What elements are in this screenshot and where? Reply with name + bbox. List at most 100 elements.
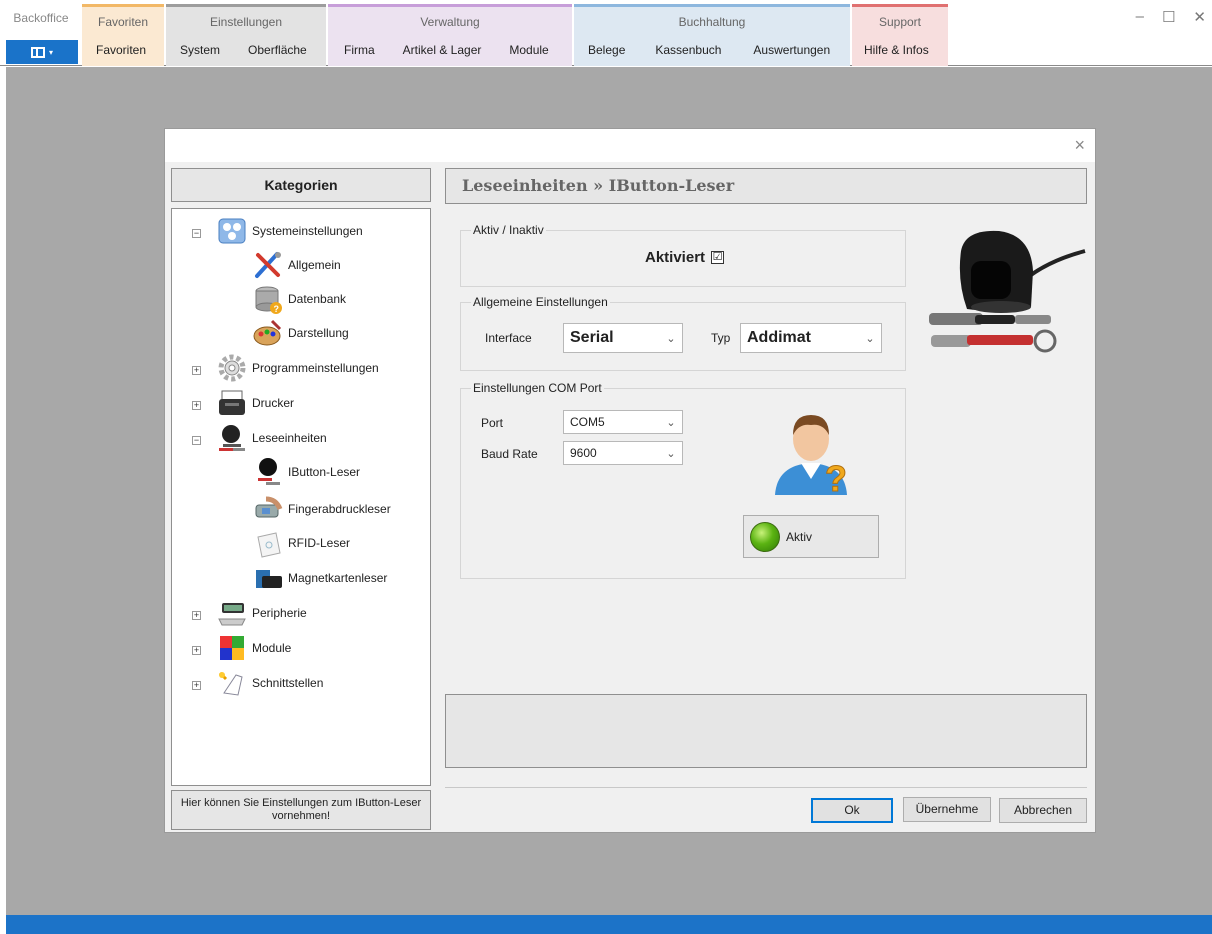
aktiv-status-button[interactable]: Aktiv xyxy=(743,515,879,558)
aktiviert-label: Aktiviert xyxy=(645,249,706,266)
ribbon-item-system[interactable]: System xyxy=(166,43,220,57)
button-separator xyxy=(445,787,1087,788)
ribbon-group-title[interactable]: Verwaltung xyxy=(328,4,572,38)
interface-value: Serial xyxy=(570,329,614,346)
typ-select[interactable]: Addimat ⌄ xyxy=(740,323,882,353)
ribbon-item-module[interactable]: Module xyxy=(481,43,548,57)
group-legend: Aktiv / Inaktiv xyxy=(473,223,544,237)
ribbon-item-hilfe-infos[interactable]: Hilfe & Infos xyxy=(852,43,929,57)
ibutton-reader-image xyxy=(927,221,1087,367)
aktiviert-checkbox[interactable]: Aktiviert ☑ xyxy=(645,249,725,266)
app-title: Backoffice xyxy=(13,11,69,25)
ribbon-group-title[interactable]: Support xyxy=(852,4,948,38)
minimize-icon[interactable]: – xyxy=(1136,8,1144,26)
tree-item-module[interactable]: Module xyxy=(216,631,291,665)
tree-item-label: Leseeinheiten xyxy=(252,431,327,445)
close-icon[interactable]: ✕ xyxy=(1193,8,1206,26)
ribbon-group-einstellungen: Einstellungen System Oberfläche xyxy=(166,4,326,66)
ribbon-item-kassenbuch[interactable]: Kassenbuch xyxy=(625,43,721,57)
baud-rate-select[interactable]: 9600 ⌄ xyxy=(563,441,683,465)
tree-item-rfid-leser[interactable]: RFID-Leser xyxy=(252,526,350,560)
expand-toggle[interactable]: + xyxy=(192,681,201,690)
gear-icon xyxy=(216,352,248,384)
tree-item-leseeinheiten[interactable]: Leseeinheiten xyxy=(216,421,327,455)
collapse-toggle[interactable]: − xyxy=(192,229,201,238)
tree-item-label: Programmeinstellungen xyxy=(252,361,379,375)
ribbon-item-artikel-lager[interactable]: Artikel & Lager xyxy=(375,43,482,57)
ribbon-item-oberflaeche[interactable]: Oberfläche xyxy=(220,43,307,57)
port-label: Port xyxy=(481,416,504,430)
collapse-toggle[interactable]: − xyxy=(192,436,201,445)
baud-rate-label: Baud Rate xyxy=(481,447,538,461)
tree-item-label: Fingerabdruckleser xyxy=(288,502,391,516)
tree-item-label: Darstellung xyxy=(288,326,349,340)
categories-header: Kategorien xyxy=(171,168,431,202)
ribbon-item-belege[interactable]: Belege xyxy=(574,43,625,57)
ribbon-group-title[interactable]: Buchhaltung xyxy=(574,4,850,38)
maximize-icon[interactable]: ☐ xyxy=(1162,8,1175,26)
brand-area: Backoffice ▾ xyxy=(0,0,82,66)
ribbon-group-support: Support Hilfe & Infos xyxy=(852,4,948,66)
panel-layout-icon xyxy=(30,46,45,58)
chevron-down-icon: ⌄ xyxy=(666,447,676,460)
tools-icon xyxy=(252,249,284,281)
checkbox-checked-icon[interactable]: ☑ xyxy=(711,251,725,264)
tree-item-label: Peripherie xyxy=(252,606,307,620)
tree-item-drucker[interactable]: Drucker xyxy=(216,386,294,420)
interface-select[interactable]: Serial ⌄ xyxy=(563,323,683,353)
tree-item-label: Magnetkartenleser xyxy=(288,571,388,585)
section-title: Leseeinheiten » IButton-Leser xyxy=(445,168,1087,204)
printer-icon xyxy=(216,387,248,419)
window-controls: – ☐ ✕ xyxy=(1136,8,1206,26)
dialog-close-icon[interactable]: × xyxy=(1074,135,1085,156)
ribbon-group-title[interactable]: Favoriten xyxy=(82,4,164,38)
chevron-down-icon: ⌄ xyxy=(666,416,676,429)
ribbon-group-buchhaltung: Buchhaltung Belege Kassenbuch Auswertung… xyxy=(574,4,850,66)
category-hint: Hier können Sie Einstellungen zum IButto… xyxy=(171,790,431,830)
expand-toggle[interactable]: + xyxy=(192,646,201,655)
tree-item-label: RFID-Leser xyxy=(288,536,351,550)
group-legend: Allgemeine Einstellungen xyxy=(473,295,608,309)
tree-item-fingerabdruckleser[interactable]: Fingerabdruckleser xyxy=(252,492,391,526)
tree-item-systemeinstellungen[interactable]: Systemeinstellungen xyxy=(216,214,363,248)
app-menu-button[interactable]: ▾ xyxy=(6,40,78,64)
ok-button[interactable]: Ok xyxy=(811,798,893,823)
expand-toggle[interactable]: + xyxy=(192,611,201,620)
port-select[interactable]: COM5 ⌄ xyxy=(563,410,683,434)
ribbon-item-favoriten[interactable]: Favoriten xyxy=(82,43,146,57)
port-value: COM5 xyxy=(570,415,605,429)
expand-toggle[interactable]: + xyxy=(192,401,201,410)
rfid-reader-icon xyxy=(252,527,284,559)
ribbon-group-favoriten: Favoriten Favoriten xyxy=(82,4,164,66)
ribbon-item-firma[interactable]: Firma xyxy=(328,43,375,57)
tree-item-magnetkartenleser[interactable]: Magnetkartenleser xyxy=(252,561,387,595)
tree-item-programmeinstellungen[interactable]: Programmeinstellungen xyxy=(216,351,379,385)
tree-item-label: Systemeinstellungen xyxy=(252,224,363,238)
display-device-icon xyxy=(216,597,248,629)
tree-item-ibutton-leser[interactable]: IButton-Leser xyxy=(252,455,360,489)
ibutton-reader-icon xyxy=(252,456,284,488)
chevron-down-icon: ▾ xyxy=(48,47,53,57)
user-help-icon: ? xyxy=(771,405,853,500)
apply-button[interactable]: Übernehme xyxy=(903,797,991,822)
tree-item-label: Drucker xyxy=(252,396,295,410)
magic-wand-icon xyxy=(216,667,248,699)
database-icon: ? xyxy=(252,283,284,315)
expand-toggle[interactable]: + xyxy=(192,366,201,375)
ribbon-group-verwaltung: Verwaltung Firma Artikel & Lager Module xyxy=(328,4,572,66)
cancel-button[interactable]: Abbrechen xyxy=(999,798,1087,823)
system-settings-icon xyxy=(216,215,248,247)
ribbon-group-title[interactable]: Einstellungen xyxy=(166,4,326,38)
typ-value: Addimat xyxy=(747,329,811,346)
green-status-led-icon xyxy=(750,521,780,552)
tree-item-schnittstellen[interactable]: Schnittstellen xyxy=(216,666,323,700)
tree-item-label: Schnittstellen xyxy=(252,676,324,690)
tree-item-label: Datenbank xyxy=(288,292,347,306)
svg-text:?: ? xyxy=(274,304,280,314)
tree-item-datenbank[interactable]: ? Datenbank xyxy=(252,282,346,316)
tree-item-allgemein[interactable]: Allgemein xyxy=(252,248,341,282)
tree-item-peripherie[interactable]: Peripherie xyxy=(216,596,307,630)
ribbon-item-auswertungen[interactable]: Auswertungen xyxy=(721,43,830,57)
magnetic-card-reader-icon xyxy=(252,562,284,594)
tree-item-darstellung[interactable]: Darstellung xyxy=(252,316,349,350)
